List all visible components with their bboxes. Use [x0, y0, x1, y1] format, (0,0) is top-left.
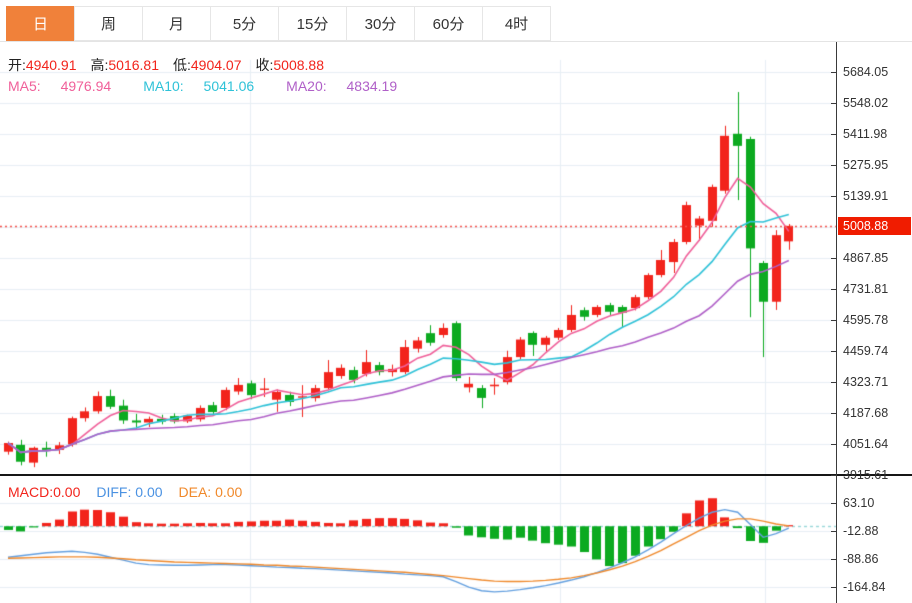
candlestick-chart-canvas[interactable]	[0, 42, 836, 475]
axis-label: 5411.98	[843, 126, 887, 142]
axis-label: 63.10	[843, 495, 874, 511]
tab-month[interactable]: 月	[142, 6, 211, 41]
axis-tick	[831, 72, 836, 73]
tab-5min[interactable]: 5分	[210, 6, 279, 41]
axis-label: 5684.05	[843, 64, 888, 80]
axis-label: 3915.61	[843, 467, 888, 483]
current-price-tag: 5008.88	[838, 217, 911, 235]
y-axis-line	[836, 42, 837, 603]
axis-label: 4459.74	[843, 343, 888, 359]
axis-tick	[831, 382, 836, 383]
axis-label: 5275.95	[843, 157, 888, 173]
open-value: 4940.91	[26, 57, 77, 73]
tab-4hour[interactable]: 4时	[482, 6, 551, 41]
axis-tick	[831, 559, 836, 560]
axis-tick	[831, 503, 836, 504]
period-tabbar: 日周月5分15分30分60分4时	[0, 0, 912, 42]
axis-tick	[831, 134, 836, 135]
kline-chart-app: 日周月5分15分30分60分4时 开:4940.91 高:5016.81 低:490…	[0, 0, 912, 603]
macd-value: MACD:0.00	[8, 484, 80, 500]
axis-label: 4323.71	[843, 374, 888, 390]
high-label: 高:	[91, 57, 109, 73]
ma10-value: MA10: 5041.06	[143, 78, 270, 94]
axis-tick	[831, 103, 836, 104]
axis-tick	[831, 587, 836, 588]
diff-value: DIFF: 0.00	[96, 484, 162, 500]
axis-tick	[831, 320, 836, 321]
high-value: 5016.81	[108, 57, 159, 73]
ma5-value: MA5: 4976.94	[8, 78, 127, 94]
tab-30min[interactable]: 30分	[346, 6, 415, 41]
axis-tick	[831, 475, 836, 476]
axis-label: 5139.91	[843, 188, 888, 204]
axis-tick	[831, 165, 836, 166]
axis-tick	[831, 531, 836, 532]
axis-label: 4731.81	[843, 281, 888, 297]
axis-tick	[831, 196, 836, 197]
axis-label: -12.88	[843, 523, 878, 539]
tab-week[interactable]: 周	[74, 6, 143, 41]
axis-label: 4595.78	[843, 312, 888, 328]
low-label: 低:	[173, 57, 191, 73]
tab-day[interactable]: 日	[6, 6, 75, 41]
macd-header: MACD:0.00 DIFF: 0.00 DEA: 0.00	[8, 484, 242, 500]
axis-label: 5548.02	[843, 95, 888, 111]
tab-60min[interactable]: 60分	[414, 6, 483, 41]
ma-header: MA5: 4976.94 MA10: 5041.06 MA20: 4834.19	[8, 78, 429, 94]
axis-label: 4867.85	[843, 250, 888, 266]
close-value: 5008.88	[273, 57, 324, 73]
dea-value: DEA: 0.00	[179, 484, 243, 500]
axis-label: -164.84	[843, 579, 885, 595]
tab-15min[interactable]: 15分	[278, 6, 347, 41]
axis-label: -88.86	[843, 551, 878, 567]
ohlc-header: 开:4940.91 高:5016.81 低:4904.07 收:5008.88	[8, 55, 338, 75]
axis-tick	[831, 351, 836, 352]
axis-label: 4051.64	[843, 436, 888, 452]
axis-tick	[831, 444, 836, 445]
axis-label: 4187.68	[843, 405, 888, 421]
close-label: 收:	[256, 57, 274, 73]
axis-tick	[831, 258, 836, 259]
ma20-value: MA20: 4834.19	[286, 78, 413, 94]
axis-tick	[831, 289, 836, 290]
low-value: 4904.07	[191, 57, 242, 73]
axis-tick	[831, 413, 836, 414]
panel-divider	[0, 474, 912, 476]
open-label: 开:	[8, 57, 26, 73]
